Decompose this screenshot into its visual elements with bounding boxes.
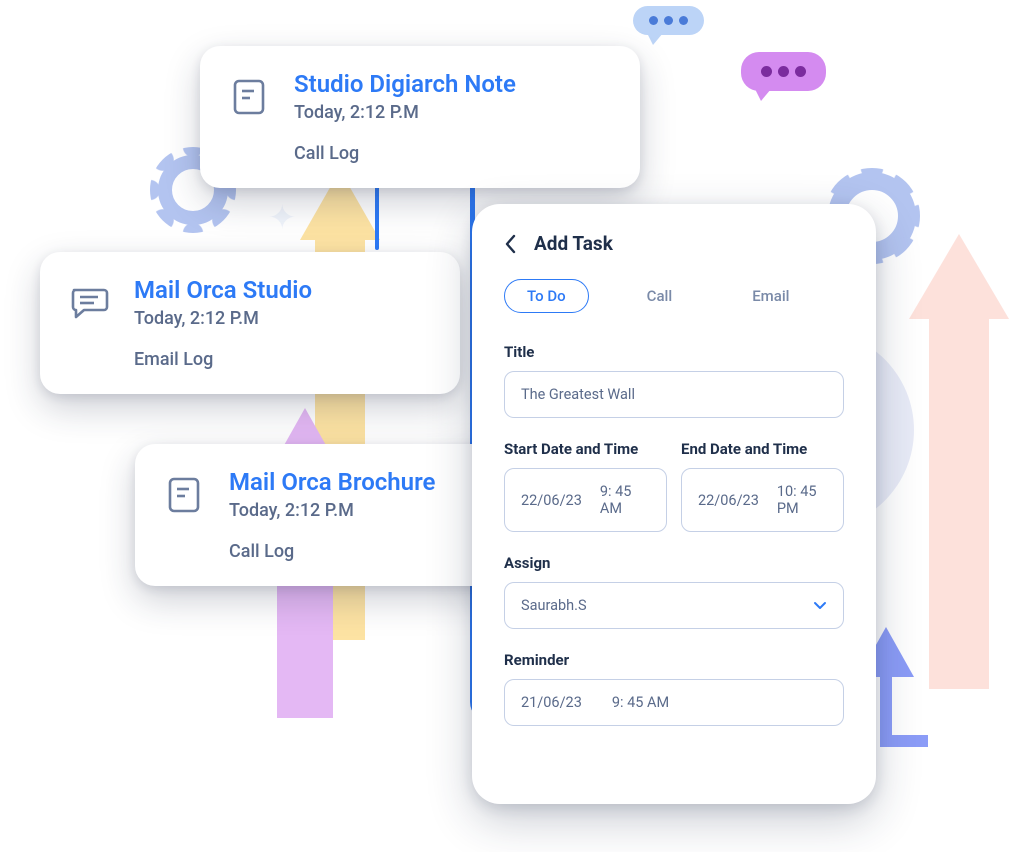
add-task-panel: Add Task To Do Call Email Title The Grea… xyxy=(472,204,876,804)
note-icon xyxy=(228,76,270,118)
note-icon xyxy=(163,474,205,516)
title-value: The Greatest Wall xyxy=(521,386,635,403)
activity-title: Mail Orca Studio xyxy=(134,276,432,304)
tab-email[interactable]: Email xyxy=(730,280,811,312)
activity-time: Today, 2:12 P.M xyxy=(294,102,612,123)
activity-log-type: Call Log xyxy=(294,143,612,164)
decorative-arrow-pink xyxy=(909,234,1009,319)
reminder-label: Reminder xyxy=(504,651,844,669)
task-type-tabs: To Do Call Email xyxy=(504,279,844,313)
start-date-label: Start Date and Time xyxy=(504,440,667,458)
title-input[interactable]: The Greatest Wall xyxy=(504,371,844,418)
title-label: Title xyxy=(504,343,844,361)
chat-icon xyxy=(68,282,110,324)
assign-value: Saurabh.S xyxy=(521,597,587,614)
start-time-value: 9: 45 AM xyxy=(600,483,650,517)
start-date-value: 22/06/23 xyxy=(521,492,582,509)
chevron-down-icon xyxy=(813,601,827,610)
end-date-label: End Date and Time xyxy=(681,440,844,458)
start-datetime-input[interactable]: 22/06/23 9: 45 AM xyxy=(504,468,667,532)
end-time-value: 10: 45 PM xyxy=(777,483,827,517)
chat-bubble-icon xyxy=(633,6,704,35)
panel-title: Add Task xyxy=(534,232,613,255)
activity-card[interactable]: Mail Orca Studio Today, 2:12 P.M Email L… xyxy=(40,252,460,394)
activity-title: Studio Digiarch Note xyxy=(294,70,612,98)
reminder-time-value: 9: 45 AM xyxy=(612,694,669,711)
reminder-datetime-input[interactable]: 21/06/23 9: 45 AM xyxy=(504,679,844,726)
back-button[interactable] xyxy=(504,234,516,254)
tab-call[interactable]: Call xyxy=(625,280,695,312)
activity-card[interactable]: Studio Digiarch Note Today, 2:12 P.M Cal… xyxy=(200,46,640,188)
assign-label: Assign xyxy=(504,554,844,572)
assign-select[interactable]: Saurabh.S xyxy=(504,582,844,629)
end-date-value: 22/06/23 xyxy=(698,492,759,509)
chat-bubble-icon xyxy=(741,52,826,91)
activity-log-type: Email Log xyxy=(134,349,432,370)
end-datetime-input[interactable]: 22/06/23 10: 45 PM xyxy=(681,468,844,532)
tab-todo[interactable]: To Do xyxy=(504,279,589,313)
activity-time: Today, 2:12 P.M xyxy=(134,308,432,329)
reminder-date-value: 21/06/23 xyxy=(521,694,582,711)
sparkle-icon: ✦ xyxy=(268,198,302,232)
